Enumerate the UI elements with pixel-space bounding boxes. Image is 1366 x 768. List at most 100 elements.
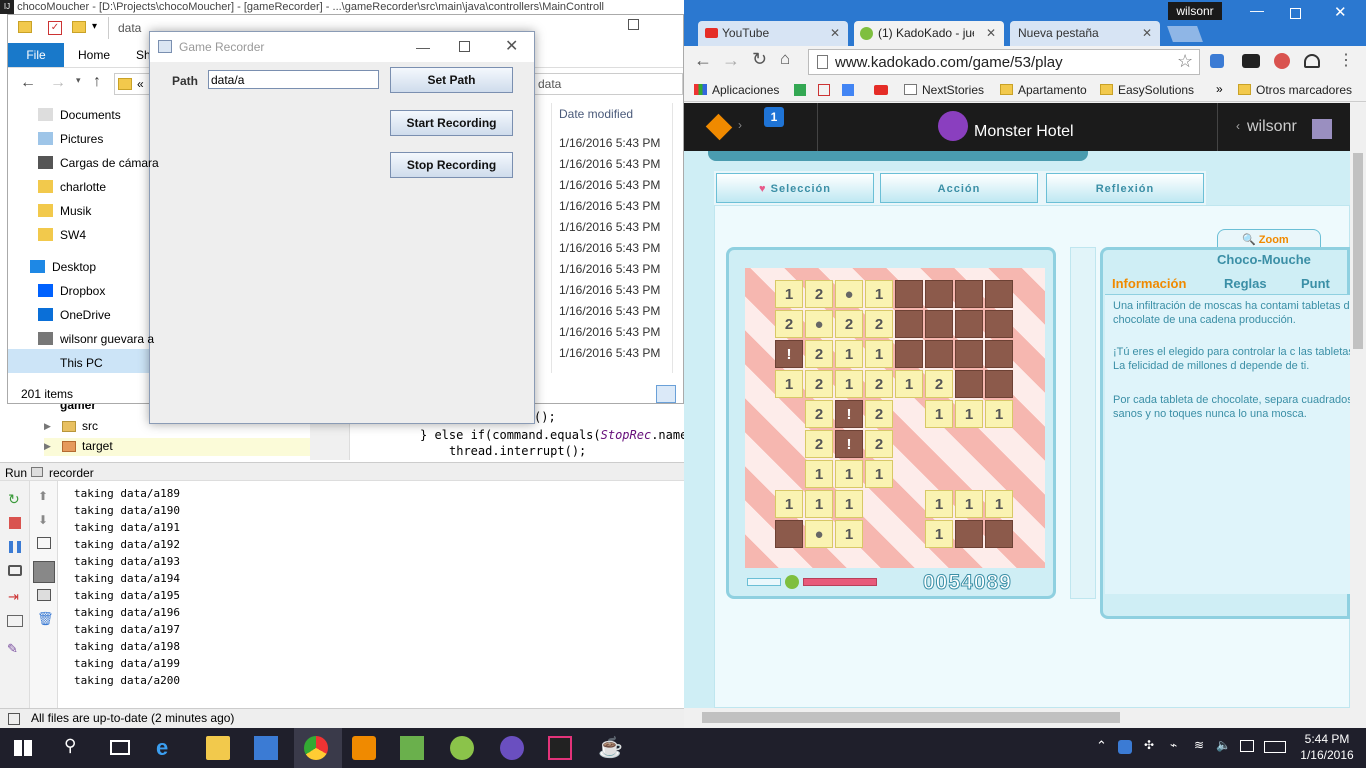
zoom-tab[interactable]: 🔍 Zoom <box>1217 229 1321 249</box>
nav-item[interactable]: Pictures <box>38 127 103 151</box>
board-cell[interactable]: 2 <box>865 430 893 458</box>
bookmark-apps[interactable]: Aplicaciones <box>694 78 779 102</box>
maximize-icon[interactable] <box>1290 8 1301 19</box>
board-cell[interactable] <box>955 370 983 398</box>
board-cell[interactable] <box>895 340 923 368</box>
board-cell[interactable]: 1 <box>985 400 1013 428</box>
file-date-cell[interactable]: 1/16/2016 5:43 PM <box>559 259 660 280</box>
fly-icon[interactable]: ● <box>835 280 863 308</box>
stop-icon[interactable] <box>9 517 21 529</box>
back-arrow-icon[interactable]: ← <box>20 74 36 92</box>
keyboard-icon[interactable] <box>1264 741 1286 753</box>
board-cell[interactable]: 1 <box>805 460 833 488</box>
nav-item[interactable]: Cargas de cámara <box>38 151 159 175</box>
notepad-icon[interactable] <box>400 736 424 760</box>
new-tab-button[interactable] <box>1167 26 1203 42</box>
volume-icon[interactable]: 🔈 <box>1216 738 1231 752</box>
vertical-scrollbar[interactable] <box>1350 103 1366 708</box>
stop-recording-button[interactable]: Stop Recording <box>390 152 513 178</box>
soft-wrap-icon[interactable] <box>37 537 51 549</box>
file-date-cell[interactable]: 1/16/2016 5:43 PM <box>559 175 660 196</box>
chevron-left-icon[interactable]: ‹ <box>1236 119 1240 133</box>
board-cell[interactable] <box>955 340 983 368</box>
search-icon[interactable]: ⚲ <box>64 736 76 756</box>
maximize-icon[interactable] <box>628 19 639 30</box>
extension-icon[interactable] <box>1210 54 1224 68</box>
tab-accion[interactable]: Acción <box>880 173 1038 203</box>
board-cell[interactable] <box>925 340 953 368</box>
nav-item[interactable]: OneDrive <box>38 303 111 327</box>
camera-icon[interactable] <box>8 565 22 576</box>
game-board[interactable]: 1 2 ● 1 2 ● 2 2! 2 1 1 1 2 1 2 1 2 2! 2 1 1 1 2! 2 1 1 1 1 1 1 1 1 1 ● 1 1 <box>745 268 1045 568</box>
info-tab-puntos[interactable]: Punt <box>1301 276 1330 291</box>
app-icon[interactable] <box>450 736 474 760</box>
info-tab-informacion[interactable]: Información <box>1112 276 1186 291</box>
board-cell[interactable]: 1 <box>925 520 953 548</box>
board-cell[interactable]: 1 <box>925 490 953 518</box>
home-icon[interactable]: ⌂ <box>780 49 790 69</box>
forward-arrow-icon[interactable]: → <box>50 74 66 92</box>
profile-button[interactable]: wilsonr <box>1168 2 1222 20</box>
board-cell[interactable] <box>955 310 983 338</box>
address-bar[interactable]: « <box>114 73 154 95</box>
java-icon[interactable]: ☕ <box>598 736 623 760</box>
board-cell[interactable]: 2 <box>865 400 893 428</box>
board-cell[interactable]: 1 <box>775 370 803 398</box>
tab-seleccion[interactable]: ♥ Selección <box>716 173 874 203</box>
ribbon-tab-file[interactable]: File <box>8 43 64 67</box>
more-bookmarks-icon[interactable]: » <box>1216 82 1223 96</box>
board-cell[interactable] <box>925 310 953 338</box>
status-panel-icon[interactable] <box>8 713 20 725</box>
reload-icon[interactable]: ↻ <box>752 49 767 70</box>
column-header-date[interactable]: Date modified <box>559 107 633 121</box>
board-cell[interactable] <box>985 280 1013 308</box>
board-cell[interactable] <box>985 370 1013 398</box>
board-cell[interactable]: ! <box>835 430 863 458</box>
store-icon[interactable] <box>254 736 278 760</box>
media-player-icon[interactable] <box>352 736 376 760</box>
board-cell[interactable]: 2 <box>805 430 833 458</box>
fly-icon[interactable]: ● <box>805 520 833 548</box>
featured-game-title[interactable]: Monster Hotel <box>974 123 1074 141</box>
expand-arrow-icon[interactable]: ▶ <box>44 441 51 452</box>
board-cell[interactable]: 1 <box>835 460 863 488</box>
nav-item[interactable]: Dropbox <box>38 279 105 303</box>
board-cell[interactable]: 1 <box>835 520 863 548</box>
horizontal-scrollbar[interactable] <box>684 708 1366 728</box>
bookmark-other[interactable]: Otros marcadores <box>1238 78 1352 102</box>
nav-item[interactable]: Desktop <box>30 255 96 279</box>
board-cell[interactable]: 2 <box>865 310 893 338</box>
edge-icon[interactable]: e <box>156 736 180 760</box>
minimize-icon[interactable]: — <box>1250 2 1264 18</box>
nav-item[interactable]: wilsonr guevara a <box>38 327 154 351</box>
monster-hotel-icon[interactable] <box>938 111 968 141</box>
run-tab-label[interactable]: Run <box>5 466 27 480</box>
star-icon[interactable]: ☆ <box>1177 51 1193 72</box>
board-cell[interactable]: 1 <box>955 490 983 518</box>
bookmark-easysolutions[interactable]: EasySolutions <box>1100 78 1194 102</box>
file-explorer-icon[interactable] <box>206 736 230 760</box>
board-cell[interactable]: 1 <box>835 340 863 368</box>
tab-reflexion[interactable]: Reflexión <box>1046 173 1204 203</box>
properties-icon[interactable]: ✓ <box>48 21 62 35</box>
nav-item[interactable]: Musik <box>38 199 91 223</box>
action-center-icon[interactable] <box>1240 740 1254 752</box>
file-date-cell[interactable]: 1/16/2016 5:43 PM <box>559 343 660 364</box>
tab-kadokado[interactable]: (1) KadoKado - jueg ✕ <box>854 21 1004 46</box>
run-config-label[interactable]: recorder <box>49 466 94 480</box>
tab-new-tab[interactable]: Nueva pestaña ✕ <box>1010 21 1160 46</box>
app-icon[interactable] <box>500 736 524 760</box>
omnibox[interactable]: www.kadokado.com/game/53/play ☆ <box>808 49 1200 75</box>
board-cell[interactable] <box>925 280 953 308</box>
board-cell[interactable]: 1 <box>805 490 833 518</box>
file-date-cell[interactable]: 1/16/2016 5:43 PM <box>559 196 660 217</box>
board-cell[interactable]: ! <box>775 340 803 368</box>
chrome-icon[interactable] <box>304 736 328 760</box>
nav-item[interactable]: charlotte <box>38 175 106 199</box>
print-icon[interactable] <box>37 589 51 601</box>
pinterest-icon[interactable] <box>1274 53 1290 69</box>
chevron-right-icon[interactable]: › <box>738 118 742 132</box>
intellij-icon[interactable] <box>548 736 572 760</box>
board-cell[interactable]: 2 <box>805 400 833 428</box>
board-cell[interactable] <box>985 310 1013 338</box>
